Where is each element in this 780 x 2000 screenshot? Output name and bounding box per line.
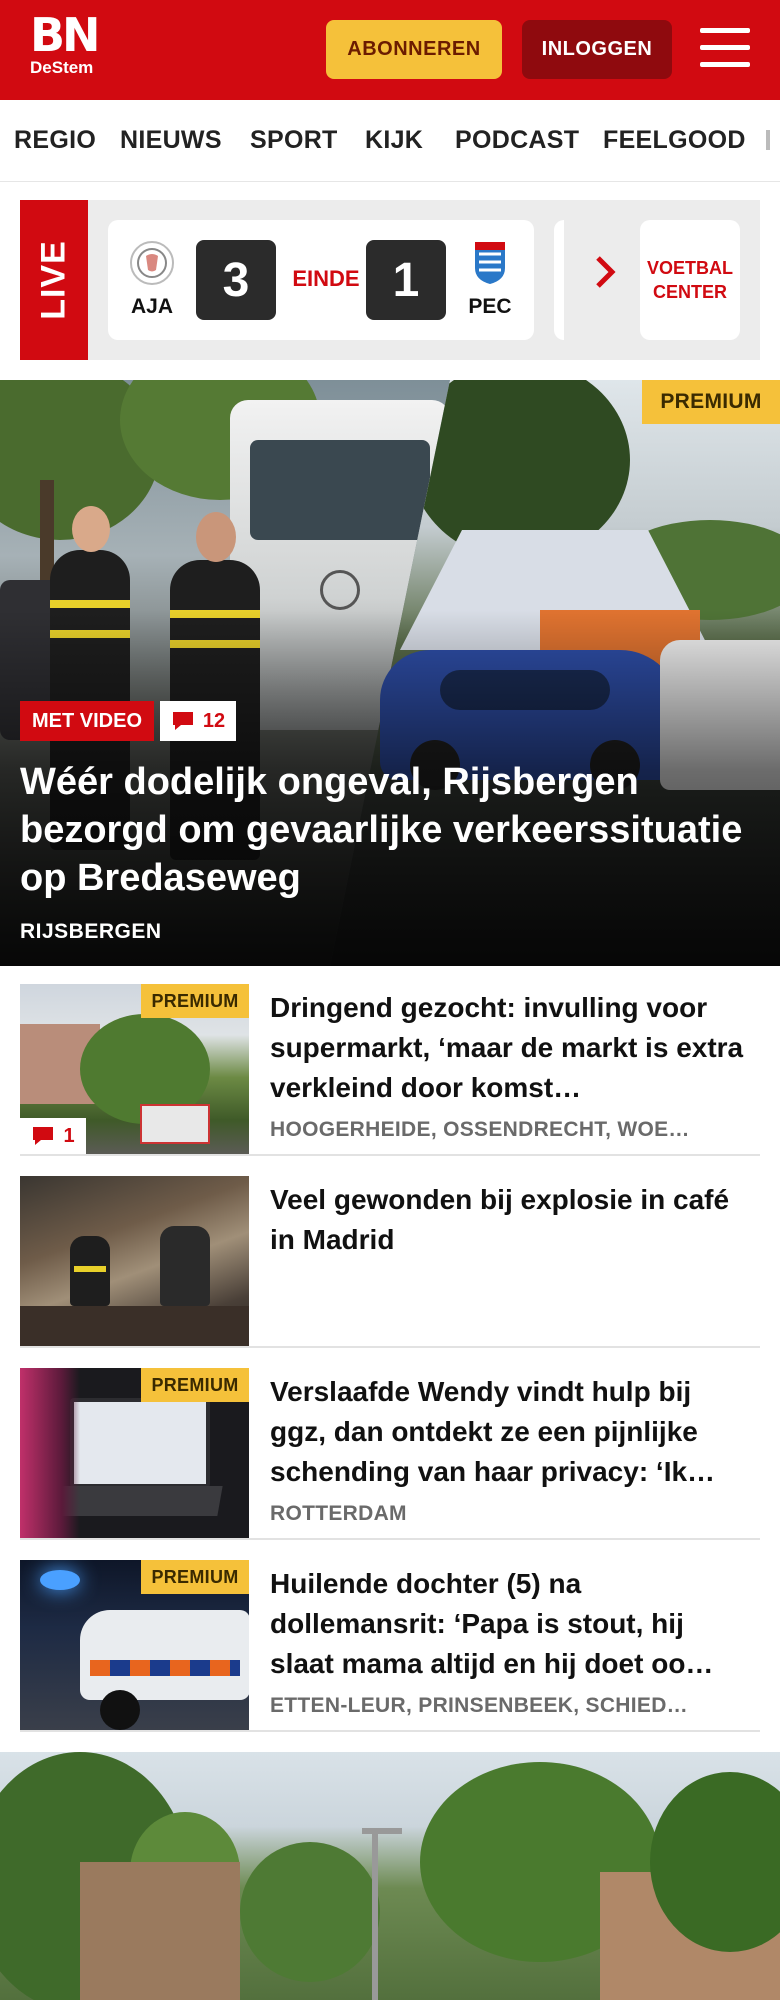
away-team: PEC: [460, 240, 520, 319]
premium-badge: PREMIUM: [141, 984, 249, 1018]
away-team-name: PEC: [468, 295, 512, 318]
nav-item-sport[interactable]: SPORT: [250, 126, 338, 155]
login-button[interactable]: INLOGGEN: [522, 20, 672, 79]
match-status: EINDE: [292, 266, 360, 291]
nav-item-regio[interactable]: REGIO: [14, 126, 96, 155]
logo-bn: BN: [30, 8, 101, 62]
comment-count: 12: [202, 709, 226, 732]
article-headline[interactable]: Dringend gezocht: invulling voor superma…: [270, 988, 750, 1108]
pec-crest-icon: [475, 242, 505, 284]
nav-item-nieuws[interactable]: NIEUWS: [120, 126, 222, 155]
live-score-widget: LIVE AJA 3 EINDE 1 PEC VOETBAL CENTER: [20, 200, 760, 360]
match-card[interactable]: AJA 3 EINDE 1 PEC: [108, 220, 534, 340]
article-thumbnail: PREMIUM: [20, 1368, 249, 1538]
article-thumbnail: PREMIUM 1: [20, 984, 249, 1154]
next-article-image[interactable]: [0, 1752, 780, 2000]
article-item[interactable]: Veel gewonden bij explosie in café in Ma…: [20, 1176, 760, 1348]
chevron-right-icon[interactable]: [590, 252, 620, 292]
hero-headline[interactable]: Wéér dodelijk ongeval, Rijsbergen bezorg…: [20, 758, 760, 902]
premium-badge: PREMIUM: [642, 380, 780, 424]
live-label: LIVE: [20, 200, 88, 360]
nav-item-kijk[interactable]: KIJK: [365, 126, 423, 155]
site-logo[interactable]: BN DeStem: [30, 8, 101, 78]
article-item[interactable]: PREMIUM Huilende dochter (5) na dolleman…: [20, 1560, 760, 1732]
premium-badge: PREMIUM: [141, 1560, 249, 1594]
article-headline[interactable]: Verslaafde Wendy vindt hulp bij ggz, dan…: [270, 1372, 750, 1492]
nav-item-podcast[interactable]: PODCAST: [455, 126, 579, 155]
hero-article[interactable]: PREMIUM MET VIDEO 12 Wéér dodelijk ongev…: [0, 380, 780, 966]
home-score: 3: [196, 240, 276, 320]
nav-overflow-indicator: [766, 130, 770, 150]
nav-item-feelgood[interactable]: FEELGOOD: [603, 126, 746, 155]
hamburger-menu-icon[interactable]: [700, 28, 750, 70]
article-headline[interactable]: Huilende dochter (5) na dollemansrit: ‘P…: [270, 1564, 750, 1684]
logo-subtitle: DeStem: [30, 58, 94, 77]
subscribe-button[interactable]: ABONNEREN: [326, 20, 502, 79]
article-location: ROTTERDAM: [270, 1502, 407, 1525]
comment-count-badge[interactable]: 1: [20, 1118, 86, 1154]
article-thumbnail: PREMIUM: [20, 1560, 249, 1730]
site-header: BN DeStem ABONNEREN INLOGGEN: [0, 0, 780, 100]
article-location: HOOGERHEIDE, OSSENDRECHT, WOE…: [270, 1118, 690, 1141]
ajax-crest-icon: [130, 241, 174, 285]
live-text: LIVE: [34, 240, 73, 320]
home-team-name: AJA: [130, 295, 173, 318]
article-item[interactable]: PREMIUM 1 Dringend gezocht: invulling vo…: [20, 984, 760, 1156]
football-center-link[interactable]: VOETBAL CENTER: [640, 220, 740, 340]
home-team: AJA: [122, 240, 182, 319]
next-match-card-edge[interactable]: [554, 220, 564, 340]
comment-count: 1: [63, 1124, 75, 1147]
article-headline[interactable]: Veel gewonden bij explosie in café in Ma…: [270, 1180, 750, 1260]
comment-count-badge[interactable]: 12: [160, 701, 236, 741]
comment-icon: [172, 712, 193, 730]
premium-badge: PREMIUM: [141, 1368, 249, 1402]
section-nav: REGIO NIEUWS SPORT KIJK PODCAST FEELGOOD: [0, 100, 780, 182]
away-score: 1: [366, 240, 446, 320]
article-location: ETTEN-LEUR, PRINSENBEEK, SCHIED…: [270, 1694, 688, 1717]
article-item[interactable]: PREMIUM Verslaafde Wendy vindt hulp bij …: [20, 1368, 760, 1540]
hero-location: RIJSBERGEN: [20, 920, 162, 943]
comment-icon: [33, 1127, 54, 1145]
video-badge: MET VIDEO: [20, 701, 155, 741]
article-thumbnail: [20, 1176, 249, 1346]
